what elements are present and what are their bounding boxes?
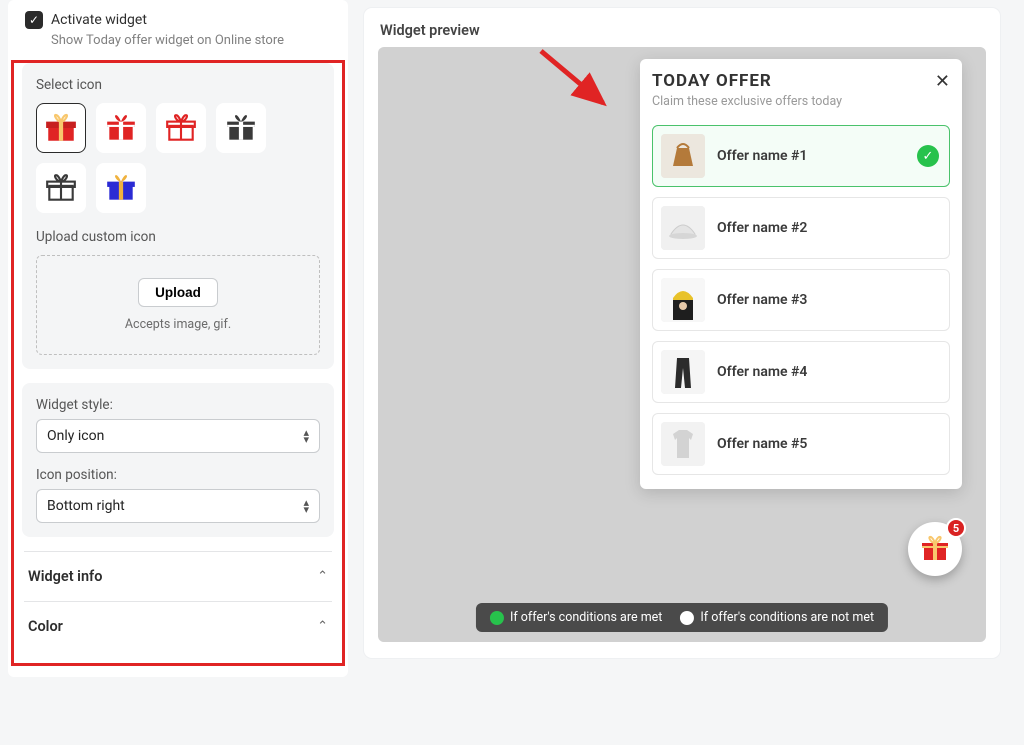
widget-style-label: Widget style:	[36, 397, 320, 413]
settings-panel: ✓ Activate widget Show Today offer widge…	[8, 0, 348, 677]
offer-thumbnail	[661, 278, 705, 322]
offer-item[interactable]: Offer name #1 ✓	[652, 125, 950, 187]
chevron-up-icon: ⌃	[317, 569, 328, 584]
checkbox-checked-icon[interactable]: ✓	[25, 11, 43, 29]
offer-modal: TODAY OFFER ✕ Claim these exclusive offe…	[640, 59, 962, 489]
icon-option-6[interactable]	[96, 163, 146, 213]
upload-help-text: Accepts image, gif.	[47, 317, 309, 332]
accordion-widget-info[interactable]: Widget info ⌃	[24, 551, 332, 601]
offer-thumbnail	[661, 206, 705, 250]
product-image-bag-icon	[661, 134, 705, 178]
upload-button[interactable]: Upload	[138, 278, 218, 307]
legend-met-label: If offer's conditions are met	[510, 610, 662, 625]
activate-widget-row[interactable]: ✓ Activate widget	[11, 3, 345, 29]
activate-widget-label: Activate widget	[51, 12, 147, 28]
product-image-tshirt-icon	[661, 422, 705, 466]
offer-thumbnail	[661, 422, 705, 466]
select-icon-label: Select icon	[36, 77, 320, 93]
gift-solid-red-icon	[104, 111, 138, 145]
accordion-widget-info-title: Widget info	[28, 568, 102, 585]
widget-style-panel: Widget style: Only icon ▴▾ Icon position…	[22, 383, 334, 537]
widget-style-value: Only icon	[47, 428, 104, 444]
green-dot-icon	[490, 611, 504, 625]
gift-flat-red-icon	[919, 533, 951, 565]
white-dot-icon	[680, 611, 694, 625]
activate-widget-description: Show Today offer widget on Online store	[11, 29, 345, 60]
offer-thumbnail	[661, 350, 705, 394]
offer-item-label: Offer name #2	[717, 220, 939, 236]
gift-solid-dark-icon	[224, 111, 258, 145]
product-image-beanie-icon	[661, 278, 705, 322]
upload-dropzone[interactable]: Upload Accepts image, gif.	[36, 255, 320, 355]
product-image-cap-icon	[661, 206, 705, 250]
upload-custom-icon-label: Upload custom icon	[36, 229, 320, 245]
legend-met: If offer's conditions are met	[490, 610, 662, 625]
icon-position-select[interactable]: Bottom right ▴▾	[36, 489, 320, 523]
accordion-color[interactable]: Color ⌃	[24, 601, 332, 651]
offer-item-label: Offer name #4	[717, 364, 939, 380]
gift-outline-red-icon	[164, 111, 198, 145]
accordion-color-title: Color	[28, 618, 63, 635]
offer-item-label: Offer name #1	[717, 148, 905, 164]
preview-card: Widget preview TODAY OFFER ✕ Claim these…	[364, 8, 1000, 658]
floating-widget-button[interactable]: 5	[908, 522, 962, 576]
offer-count-badge: 5	[946, 518, 966, 538]
gift-outline-dark-icon	[44, 171, 78, 205]
select-icon-panel: Select icon	[22, 63, 334, 369]
icon-position-value: Bottom right	[47, 498, 125, 514]
offer-item[interactable]: Offer name #3	[652, 269, 950, 331]
offer-thumbnail	[661, 134, 705, 178]
preview-heading: Widget preview	[378, 22, 986, 39]
icon-option-2[interactable]	[96, 103, 146, 153]
gift-solid-blue-icon	[104, 171, 138, 205]
offer-modal-subtitle: Claim these exclusive offers today	[652, 94, 950, 109]
offer-item[interactable]: Offer name #5	[652, 413, 950, 475]
legend-not-met: If offer's conditions are not met	[680, 610, 874, 625]
offer-item-label: Offer name #5	[717, 436, 939, 452]
offer-item[interactable]: Offer name #2	[652, 197, 950, 259]
gift-flat-red-icon	[44, 111, 78, 145]
preview-stage: TODAY OFFER ✕ Claim these exclusive offe…	[378, 47, 986, 642]
check-circle-icon: ✓	[917, 145, 939, 167]
close-icon[interactable]: ✕	[935, 71, 950, 92]
annotation-arrow-icon	[533, 43, 623, 133]
icon-option-1[interactable]	[36, 103, 86, 153]
icon-option-3[interactable]	[156, 103, 206, 153]
product-image-pants-icon	[661, 350, 705, 394]
offer-item-label: Offer name #3	[717, 292, 939, 308]
select-arrows-icon: ▴▾	[303, 499, 309, 513]
widget-style-select[interactable]: Only icon ▴▾	[36, 419, 320, 453]
highlighted-settings-area: Select icon	[11, 60, 345, 666]
conditions-legend: If offer's conditions are met If offer's…	[476, 603, 888, 632]
chevron-up-icon: ⌃	[317, 619, 328, 634]
icon-options-grid	[36, 103, 320, 213]
legend-not-met-label: If offer's conditions are not met	[700, 610, 874, 625]
icon-option-4[interactable]	[216, 103, 266, 153]
icon-position-label: Icon position:	[36, 467, 320, 483]
preview-column: Widget preview TODAY OFFER ✕ Claim these…	[364, 0, 1016, 677]
offer-modal-title: TODAY OFFER	[652, 71, 772, 91]
offer-item[interactable]: Offer name #4	[652, 341, 950, 403]
select-arrows-icon: ▴▾	[303, 429, 309, 443]
icon-option-5[interactable]	[36, 163, 86, 213]
